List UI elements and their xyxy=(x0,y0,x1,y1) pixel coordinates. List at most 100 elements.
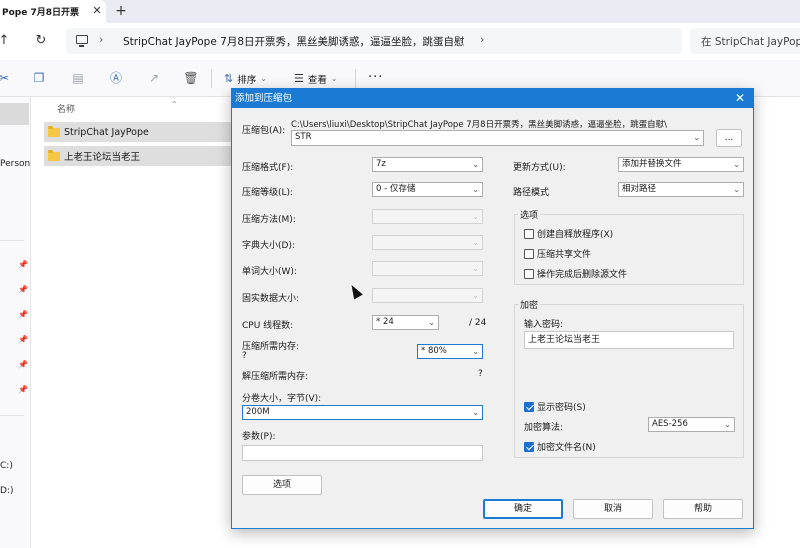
chevron-down-icon[interactable]: ⌄ xyxy=(693,131,700,144)
sort-button[interactable]: ⇅ 排序 ⌄ xyxy=(224,70,267,87)
pin-icon: 📌 xyxy=(18,385,28,394)
up-arrow-icon[interactable]: ↑ xyxy=(0,32,12,50)
shared-files-checkbox[interactable]: 压缩共享文件 xyxy=(524,247,591,260)
checkbox-box xyxy=(524,441,534,452)
sort-caret-icon: ⌃ xyxy=(171,100,178,109)
refresh-icon[interactable]: ↻ xyxy=(33,32,49,50)
cut-icon[interactable]: ✂ xyxy=(0,70,12,86)
mem-limit-select[interactable]: * 80% ⌄ xyxy=(417,344,483,359)
nav-item-drive-c[interactable]: C:) xyxy=(0,461,13,471)
chevron-down-icon: ⌄ xyxy=(724,420,731,429)
mem-decompress-label: 解压缩所需内存: xyxy=(242,372,309,382)
share-icon[interactable]: ↗ xyxy=(146,70,162,86)
encryption-method-select[interactable]: AES-256 ⌄ xyxy=(648,417,735,432)
update-mode-label: 更新方式(U): xyxy=(513,163,566,173)
more-options-icon[interactable]: ··· xyxy=(368,70,383,85)
file-row[interactable]: StripChat JayPope xyxy=(44,122,232,142)
format-label: 压缩格式(F): xyxy=(242,163,294,173)
update-mode-value: 添加并替换文件 xyxy=(622,159,682,169)
split-label: 分卷大小，字节(V): xyxy=(242,394,322,404)
chevron-right-icon[interactable]: › xyxy=(99,33,103,46)
pin-icon: 📌 xyxy=(18,285,28,294)
search-input[interactable]: 在 StripChat JayPope xyxy=(690,28,800,54)
format-value: 7z xyxy=(376,159,386,169)
close-icon[interactable]: ✕ xyxy=(732,90,748,107)
chevron-down-icon: ⌄ xyxy=(472,291,479,300)
view-button[interactable]: ☰ 查看 ⌄ xyxy=(294,70,338,87)
folder-icon xyxy=(48,125,60,137)
browse-button[interactable]: ... xyxy=(716,129,742,147)
mem-compress-value: ? xyxy=(242,351,247,361)
params-label: 参数(P): xyxy=(242,432,276,442)
password-input[interactable]: 上老王论坛当老王 xyxy=(524,331,734,349)
level-value: 0 - 仅存储 xyxy=(376,184,416,194)
chevron-down-icon: ⌄ xyxy=(472,212,479,221)
tab-title: Pope 7月8日开票 xyxy=(2,8,79,18)
chevron-right-icon[interactable]: › xyxy=(480,33,484,46)
sort-icon: ⇅ xyxy=(224,72,234,85)
explorer-tab[interactable]: Pope 7月8日开票 ✕ xyxy=(0,0,106,23)
checkbox-box xyxy=(524,268,534,279)
checkbox-box xyxy=(524,228,534,239)
method-label: 压缩方法(M): xyxy=(242,215,296,225)
ok-button[interactable]: 确定 xyxy=(483,499,563,519)
level-select[interactable]: 0 - 仅存储 ⌄ xyxy=(372,182,483,197)
search-placeholder: 在 StripChat JayPope xyxy=(701,36,800,48)
nav-selected-item[interactable] xyxy=(0,103,29,125)
sort-label: 排序 xyxy=(237,74,257,86)
tab-close-icon[interactable]: ✕ xyxy=(90,4,104,18)
file-name: 上老王论坛当老王 xyxy=(64,152,141,163)
copy-icon[interactable]: ❐ xyxy=(31,70,47,86)
address-path[interactable]: StripChat JayPope 7月8日开票秀，黑丝美脚诱惑，逼逼坐脸，跳蛋… xyxy=(123,34,465,49)
pin-icon: 📌 xyxy=(18,260,28,269)
encryption-group: 加密 输入密码: 上老王论坛当老王 显示密码(S) 加密算法: AES-256 … xyxy=(514,298,744,458)
tab-strip: Pope 7月8日开票 ✕ + xyxy=(0,0,800,23)
method-select[interactable]: ⌄ xyxy=(372,209,483,224)
chevron-down-icon: ⌄ xyxy=(733,160,740,169)
navigation-pane: Person 📌 📌 📌 📌 📌 📌 C:) D:) xyxy=(0,97,31,548)
threads-value: * 24 xyxy=(376,317,394,327)
delete-source-checkbox[interactable]: 操作完成后删除源文件 xyxy=(524,267,627,280)
archive-name-combo[interactable]: STR ⌄ xyxy=(291,130,704,146)
show-password-checkbox[interactable]: 显示密码(S) xyxy=(524,400,586,413)
pin-icon: 📌 xyxy=(18,360,28,369)
encrypt-names-checkbox[interactable]: 加密文件名(N) xyxy=(524,440,596,453)
checkbox-box xyxy=(524,401,534,412)
monitor-icon xyxy=(76,35,88,47)
solid-size-select[interactable]: ⌄ xyxy=(372,288,483,303)
params-input[interactable] xyxy=(242,445,483,461)
chevron-down-icon: ⌄ xyxy=(472,347,479,356)
word-size-select[interactable]: ⌄ xyxy=(372,261,483,276)
options-group-title: 选项 xyxy=(518,208,541,221)
sfx-checkbox[interactable]: 创建自释放程序(X) xyxy=(524,227,613,240)
checkbox-box xyxy=(524,248,534,259)
threads-select[interactable]: * 24 ⌄ xyxy=(372,315,439,330)
column-name-label: 名称 xyxy=(57,105,76,115)
threads-max: / 24 xyxy=(469,318,487,328)
mem-decompress-value: ? xyxy=(478,369,483,379)
chevron-down-icon: ⌄ xyxy=(733,185,740,194)
folder-icon xyxy=(48,149,60,161)
new-tab-icon[interactable]: + xyxy=(113,2,129,20)
file-row[interactable]: 上老王论坛当老王 xyxy=(44,146,232,166)
delete-icon[interactable]: 🗑 xyxy=(183,70,199,86)
address-box[interactable]: › StripChat JayPope 7月8日开票秀，黑丝美脚诱惑，逼逼坐脸，… xyxy=(66,28,682,54)
help-button[interactable]: 帮助 xyxy=(663,499,743,519)
split-size-combo[interactable]: 200M ⌄ xyxy=(242,405,483,420)
shared-files-label: 压缩共享文件 xyxy=(537,250,592,260)
paste-icon[interactable]: ▤ xyxy=(70,70,86,86)
dict-size-select[interactable]: ⌄ xyxy=(372,235,483,250)
format-select[interactable]: 7z ⌄ xyxy=(372,157,483,172)
options-button[interactable]: 选项 xyxy=(242,475,322,495)
column-header-name[interactable]: 名称 ⌃ xyxy=(57,100,178,115)
update-mode-select[interactable]: 添加并替换文件 ⌄ xyxy=(618,157,744,172)
rename-icon[interactable]: Ⓐ xyxy=(108,70,124,86)
view-icon: ☰ xyxy=(294,72,304,85)
nav-item-drive-d[interactable]: D:) xyxy=(0,486,13,496)
options-group: 选项 创建自释放程序(X) 压缩共享文件 操作完成后删除源文件 xyxy=(514,208,744,285)
nav-item-person[interactable]: Person xyxy=(0,159,30,169)
archive-label: 压缩包(A): xyxy=(242,126,286,136)
cancel-button[interactable]: 取消 xyxy=(573,499,653,519)
archive-name-value: STR xyxy=(295,132,312,142)
path-mode-select[interactable]: 相对路径 ⌄ xyxy=(618,182,744,197)
